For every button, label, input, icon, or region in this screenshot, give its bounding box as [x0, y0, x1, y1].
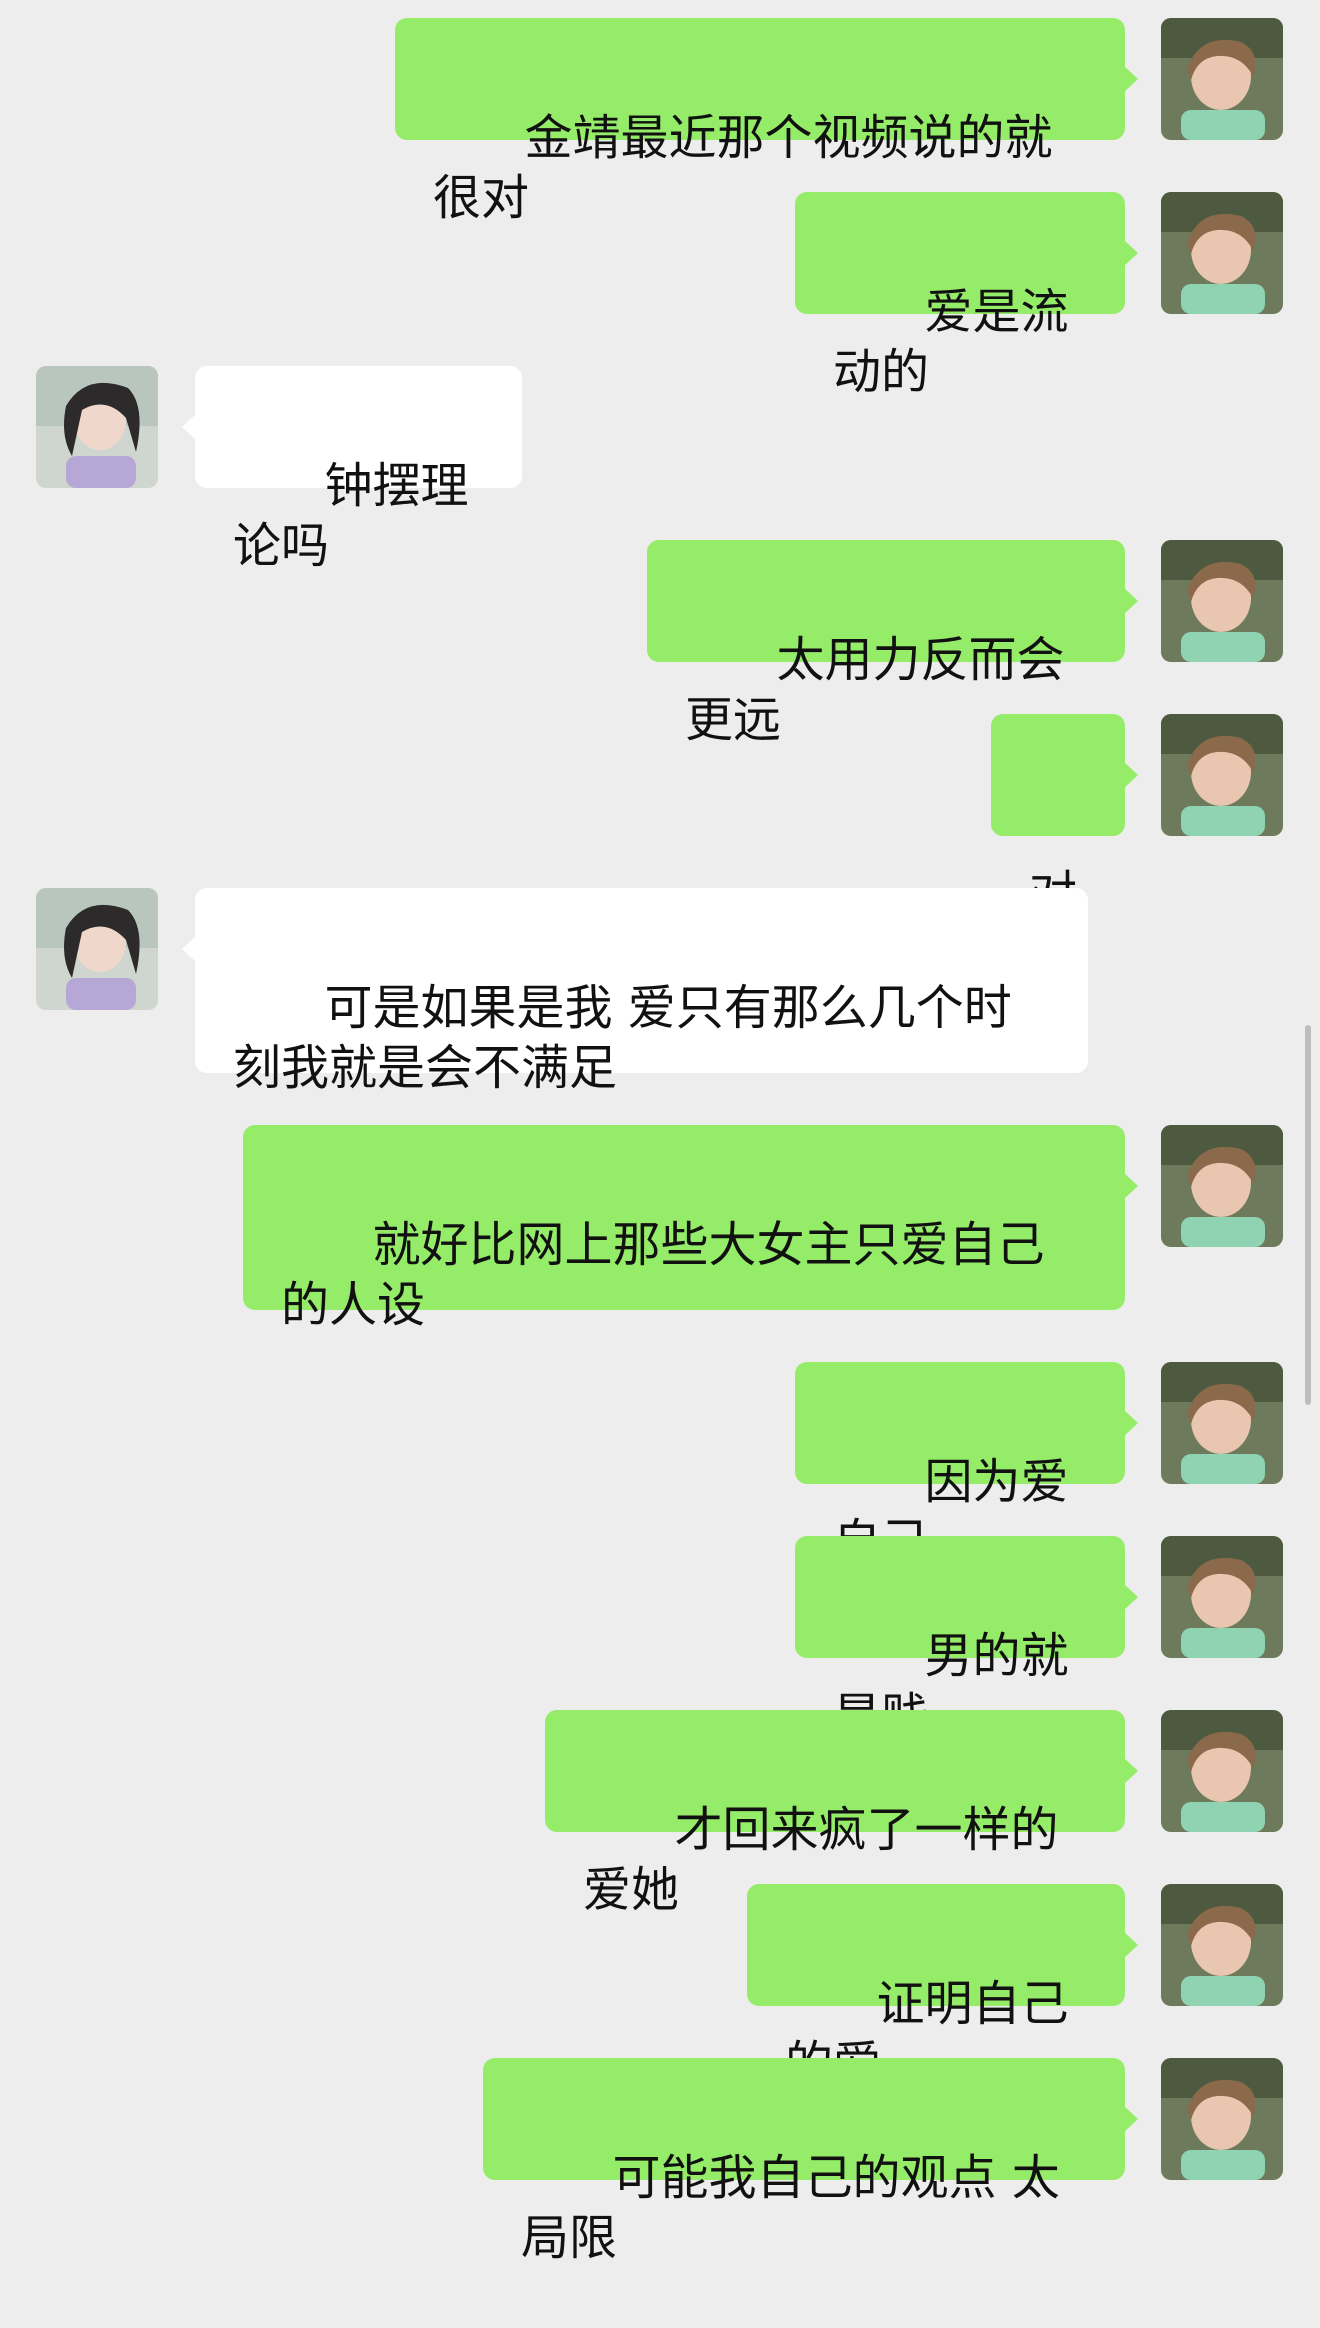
message-text: 钟摆理论吗	[233, 458, 469, 574]
message-bubble[interactable]: 才回来疯了一样的爱她	[545, 1710, 1138, 1918]
message-bubble[interactable]: 证明自己的爱	[747, 1884, 1138, 2092]
message-text: 爱是流动的	[833, 284, 1069, 400]
self-avatar[interactable]	[1161, 1884, 1283, 2006]
self-avatar[interactable]	[1161, 1710, 1283, 1832]
self-avatar[interactable]	[1161, 2058, 1283, 2180]
self-avatar[interactable]	[1161, 540, 1283, 662]
self-avatar[interactable]	[1161, 1125, 1283, 1247]
message-bubble[interactable]: 太用力反而会更远	[647, 540, 1138, 748]
self-avatar[interactable]	[1161, 18, 1283, 140]
message-bubble[interactable]: 钟摆理论吗	[182, 366, 522, 574]
message-bubble[interactable]: 可是如果是我 爱只有那么几个时刻我就是会不满足	[182, 888, 1088, 1096]
chat-area: 金靖最近那个视频说的就很对 爱是流动的 钟摆理论吗 太用力反而会更远 可是如果是…	[0, 0, 1320, 2266]
self-avatar-photo	[1161, 1362, 1283, 1484]
self-avatar[interactable]	[1161, 1536, 1283, 1658]
message-bubble[interactable]: 男的就是贱	[795, 1536, 1138, 1744]
other-avatar[interactable]	[36, 888, 158, 1010]
other-avatar-photo	[36, 366, 158, 488]
message-text: 就好比网上那些大女主只爱自己的人设	[281, 1217, 1045, 1333]
self-avatar[interactable]	[1161, 714, 1283, 836]
message-bubble[interactable]: 可能我自己的观点 太局限	[483, 2058, 1138, 2266]
self-avatar-photo	[1161, 1710, 1283, 1832]
self-avatar-photo	[1161, 18, 1283, 140]
self-avatar[interactable]	[1161, 192, 1283, 314]
message-text: 可能我自己的观点 太局限	[521, 2150, 1060, 2266]
message-bubble[interactable]: 因为爱自己	[795, 1362, 1138, 1570]
message-text: 可是如果是我 爱只有那么几个时刻我就是会不满足	[233, 980, 1012, 1096]
message-bubble[interactable]: 就好比网上那些大女主只爱自己的人设	[243, 1125, 1138, 1333]
self-avatar-photo	[1161, 2058, 1283, 2180]
other-avatar[interactable]	[36, 366, 158, 488]
self-avatar-photo	[1161, 540, 1283, 662]
self-avatar-photo	[1161, 192, 1283, 314]
self-avatar-photo	[1161, 714, 1283, 836]
message-bubble[interactable]: 爱是流动的	[795, 192, 1138, 400]
self-avatar-photo	[1161, 1884, 1283, 2006]
other-avatar-photo	[36, 888, 158, 1010]
self-avatar[interactable]	[1161, 1362, 1283, 1484]
self-avatar-photo	[1161, 1125, 1283, 1247]
message-bubble[interactable]: 金靖最近那个视频说的就很对	[395, 18, 1138, 226]
self-avatar-photo	[1161, 1536, 1283, 1658]
message-bubble[interactable]: 对	[991, 714, 1138, 922]
scrollbar[interactable]	[1305, 1025, 1311, 1405]
